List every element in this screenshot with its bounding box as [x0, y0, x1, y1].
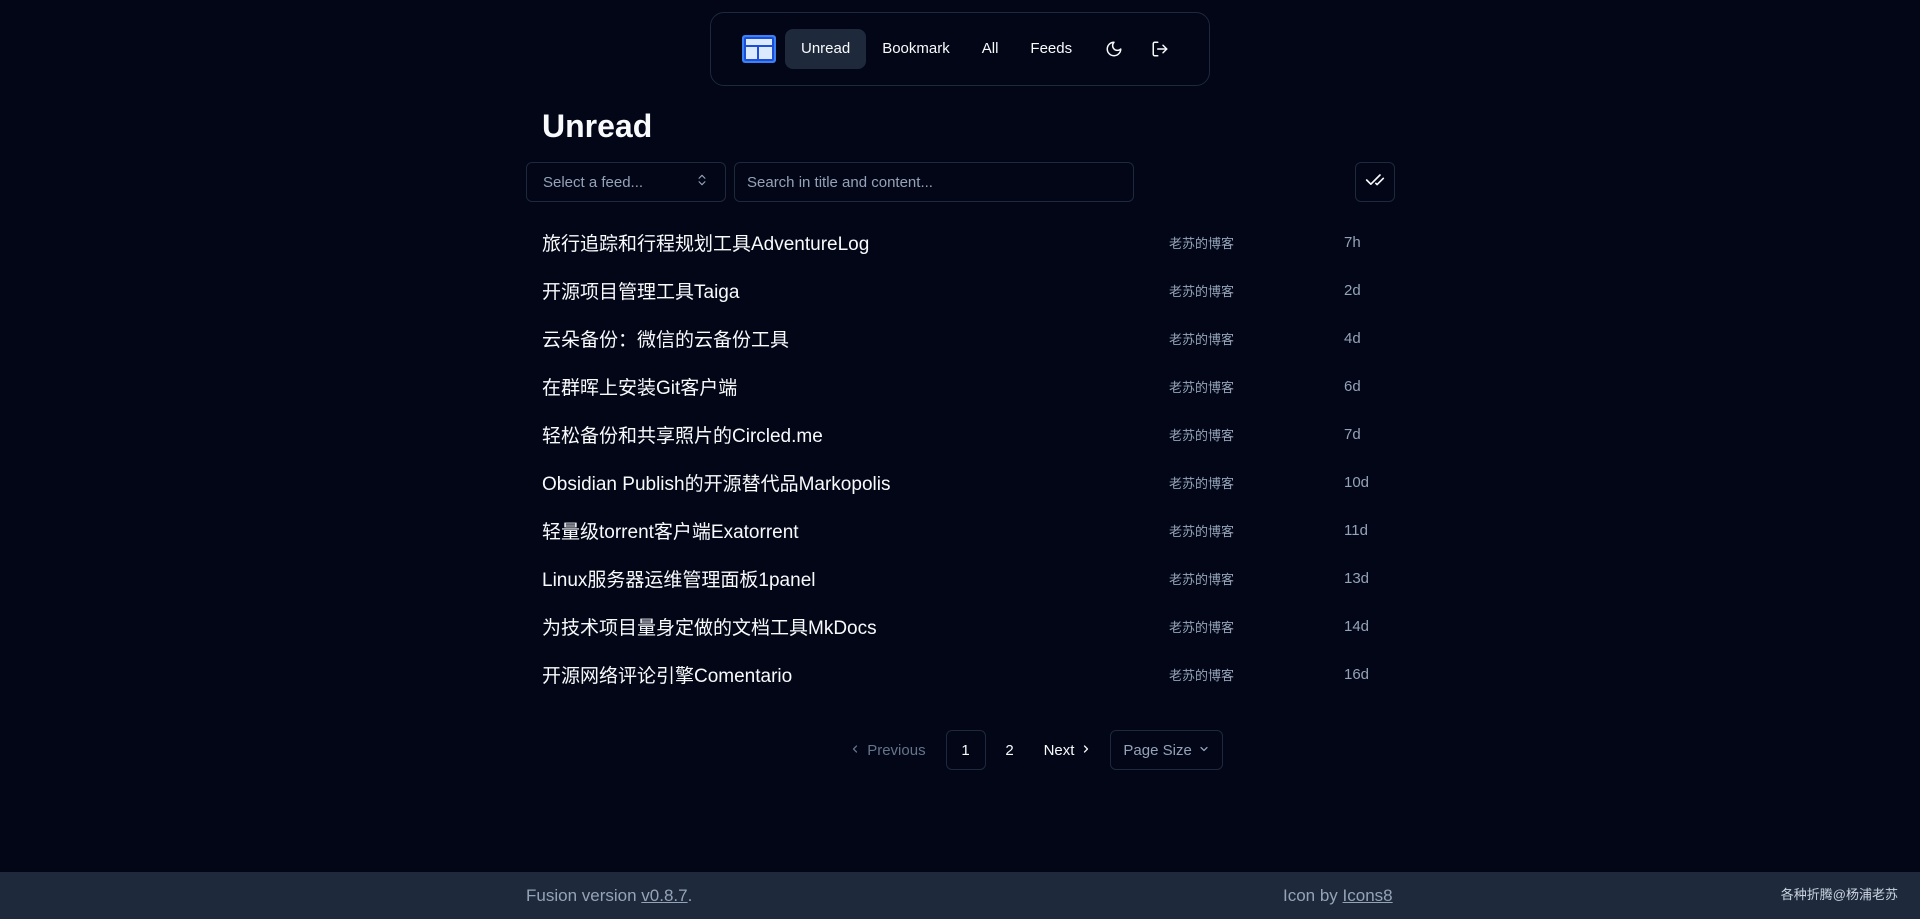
item-title: 轻量级torrent客户端Exatorrent: [542, 521, 799, 543]
icon-credit-prefix: Icon by: [1283, 886, 1343, 905]
page-size-label: Page Size: [1123, 741, 1192, 759]
nav-feeds[interactable]: Feeds: [1014, 29, 1088, 69]
feed-select[interactable]: Select a feed...: [526, 162, 726, 202]
nav-all[interactable]: All: [966, 29, 1015, 69]
item-time: 7d: [1344, 425, 1361, 443]
item-time: 14d: [1344, 617, 1370, 635]
item-time: 10d: [1344, 473, 1370, 491]
item-feed: 老苏的博客: [1169, 379, 1235, 395]
list-item[interactable]: Obsidian Publish的开源替代品Markopolis 老苏的博客 1…: [526, 458, 1396, 506]
icons8-link[interactable]: Icons8: [1343, 886, 1393, 905]
footer-version: Fusion version v0.8.7.: [526, 886, 692, 906]
item-title: 为技术项目量身定做的文档工具MkDocs: [542, 617, 877, 639]
mark-all-read-button[interactable]: [1355, 162, 1395, 202]
list-item[interactable]: 旅行追踪和行程规划工具AdventureLog 老苏的博客 7h: [526, 218, 1396, 266]
item-time: 11d: [1344, 521, 1368, 539]
chevrons-up-down-icon: [695, 173, 709, 191]
moon-icon[interactable]: [1094, 29, 1134, 69]
item-feed: 老苏的博客: [1169, 331, 1235, 347]
item-title: Obsidian Publish的开源替代品Markopolis: [542, 473, 891, 495]
pagination: Previous 1 2 Next Page Size: [0, 730, 1920, 770]
page-2-button[interactable]: 2: [990, 730, 1030, 770]
item-feed: 老苏的博客: [1169, 619, 1235, 635]
item-time: 6d: [1344, 377, 1361, 395]
item-time: 7h: [1344, 233, 1361, 251]
app-logo-icon[interactable]: [741, 34, 777, 64]
item-time: 16d: [1344, 665, 1370, 683]
footer: Fusion version v0.8.7. Icon by Icons8 各种…: [0, 872, 1920, 919]
search-input[interactable]: [734, 162, 1134, 202]
item-title: 旅行追踪和行程规划工具AdventureLog: [542, 233, 870, 255]
item-feed: 老苏的博客: [1169, 523, 1235, 539]
version-link[interactable]: v0.8.7: [641, 886, 687, 905]
item-feed: 老苏的博客: [1169, 571, 1235, 587]
version-suffix: .: [687, 886, 693, 905]
item-time: 13d: [1344, 569, 1370, 587]
previous-page-button[interactable]: Previous: [837, 742, 937, 759]
chevron-left-icon: [849, 742, 861, 759]
next-page-button[interactable]: Next: [1030, 742, 1107, 759]
nav-unread[interactable]: Unread: [785, 29, 867, 69]
item-feed: 老苏的博客: [1169, 283, 1235, 299]
item-title: 开源项目管理工具Taiga: [542, 281, 740, 303]
top-nav: Unread Bookmark All Feeds: [710, 12, 1210, 86]
list-item[interactable]: 在群晖上安装Git客户端 老苏的博客 6d: [526, 362, 1396, 410]
list-item[interactable]: Linux服务器运维管理面板1panel 老苏的博客 13d: [526, 554, 1396, 602]
page-1-button[interactable]: 1: [945, 730, 986, 770]
next-label: Next: [1043, 741, 1075, 759]
list-item[interactable]: 为技术项目量身定做的文档工具MkDocs 老苏的博客 14d: [526, 602, 1396, 650]
item-title: 云朵备份：微信的云备份工具: [542, 329, 790, 351]
list-item[interactable]: 轻量级torrent客户端Exatorrent 老苏的博客 11d: [526, 506, 1396, 554]
footer-icon-credit: Icon by Icons8: [1283, 886, 1393, 906]
item-feed: 老苏的博客: [1169, 427, 1235, 443]
nav-bookmark[interactable]: Bookmark: [866, 29, 966, 69]
page-title: Unread: [542, 108, 653, 144]
item-title: 在群晖上安装Git客户端: [542, 377, 738, 399]
item-title: 轻松备份和共享照片的Circled.me: [542, 425, 823, 447]
chevron-down-icon: [1198, 742, 1210, 759]
chevron-right-icon: [1080, 742, 1092, 759]
item-feed: 老苏的博客: [1169, 475, 1235, 491]
logout-icon[interactable]: [1140, 29, 1180, 69]
check-check-icon: [1365, 170, 1385, 195]
list-item[interactable]: 轻松备份和共享照片的Circled.me 老苏的博客 7d: [526, 410, 1396, 458]
version-prefix: Fusion version: [526, 886, 642, 905]
previous-label: Previous: [867, 741, 926, 759]
list-item[interactable]: 开源项目管理工具Taiga 老苏的博客 2d: [526, 266, 1396, 314]
item-title: 开源网络评论引擎Comentario: [542, 665, 793, 687]
item-list: 旅行追踪和行程规划工具AdventureLog 老苏的博客 7h 开源项目管理工…: [526, 218, 1396, 698]
item-feed: 老苏的博客: [1169, 235, 1235, 251]
watermark: 各种折腾@杨浦老苏: [1780, 887, 1898, 902]
item-time: 4d: [1344, 329, 1361, 347]
page-size-select[interactable]: Page Size: [1110, 730, 1223, 770]
list-item[interactable]: 云朵备份：微信的云备份工具 老苏的博客 4d: [526, 314, 1396, 362]
feed-select-placeholder: Select a feed...: [543, 173, 644, 191]
item-time: 2d: [1344, 281, 1361, 299]
list-item[interactable]: 开源网络评论引擎Comentario 老苏的博客 16d: [526, 650, 1396, 698]
item-feed: 老苏的博客: [1169, 667, 1235, 683]
item-title: Linux服务器运维管理面板1panel: [542, 569, 816, 591]
